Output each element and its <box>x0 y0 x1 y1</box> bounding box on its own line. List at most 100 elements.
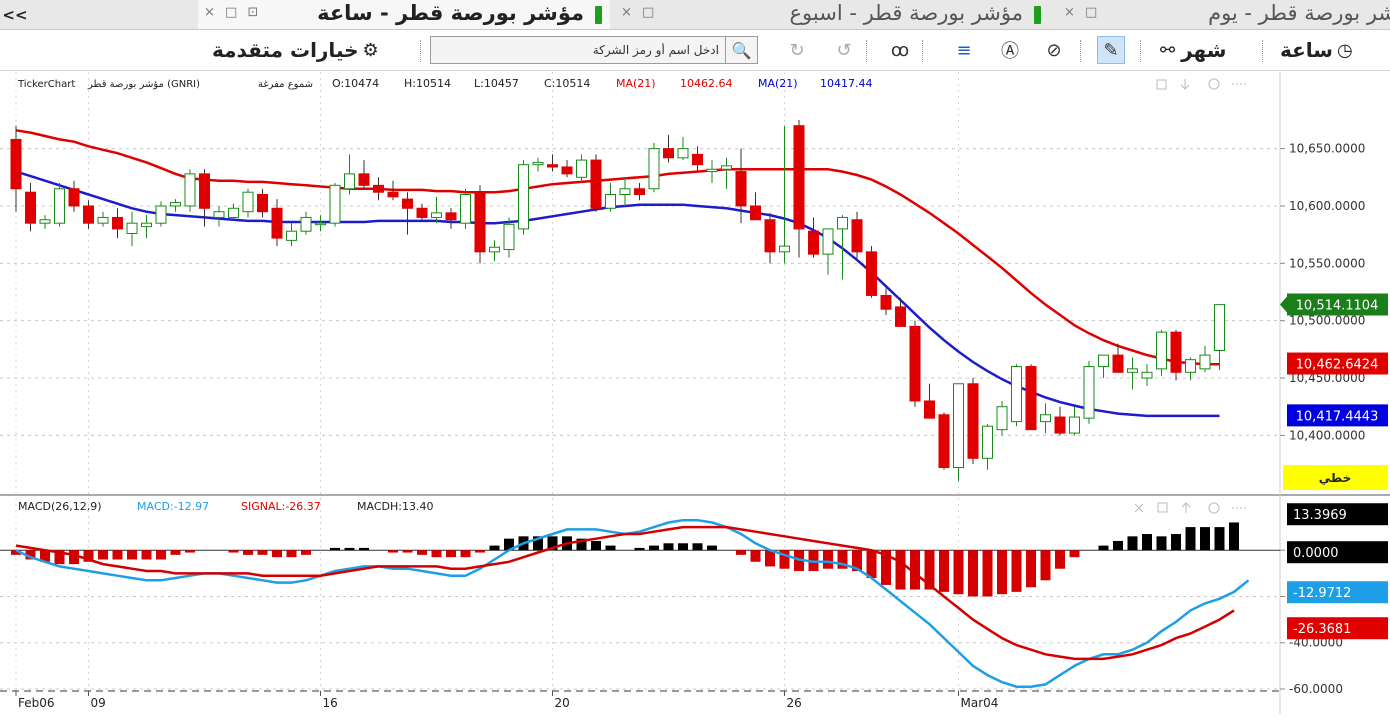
macd-title: MACD(26,12,9) <box>18 500 102 513</box>
candle <box>329 183 341 227</box>
undo-icon[interactable]: ↺ <box>830 36 858 64</box>
macd-histogram-bar <box>301 550 311 555</box>
redo-icon[interactable]: ↻ <box>783 36 811 64</box>
macd-histogram-bar <box>765 550 775 567</box>
macd-histogram-bar <box>257 550 268 555</box>
candle-body <box>808 230 819 255</box>
candle-body <box>663 148 674 159</box>
macd-histogram-bar <box>417 550 427 555</box>
candle-body <box>112 216 123 230</box>
candle-body <box>431 212 442 218</box>
tab-qatar-index-hour[interactable]: × □ ⊡ مؤشر بورصة قطر - ساعة <box>198 0 610 29</box>
macd-histogram-bar <box>98 550 108 560</box>
candle-body <box>315 222 326 226</box>
macd-histogram-bar <box>185 550 195 553</box>
candle-body <box>953 383 964 468</box>
macd-histogram-bar <box>330 547 340 551</box>
search-icon[interactable]: 🔍 <box>725 37 757 63</box>
candle-body <box>880 294 892 310</box>
toolbar-separator <box>922 40 923 62</box>
macd-value-label: MACD:-12.97 <box>137 500 209 513</box>
chart-area: TickerChart مؤشر بورصة قطر (GNRI) شموع م… <box>0 72 1390 714</box>
auto-scale-icon[interactable]: Ⓐ <box>996 36 1024 64</box>
macd-histogram-bar <box>634 547 645 551</box>
toolbar-separator <box>1140 40 1141 62</box>
advanced-options-button[interactable]: ⚙ خيارات متقدمة <box>212 36 379 64</box>
candle <box>1083 360 1095 424</box>
macd-histogram-bar <box>678 543 688 551</box>
price-chart[interactable]: TickerChart مؤشر بورصة قطر (GNRI) شموع م… <box>0 72 1390 714</box>
candle-body <box>25 191 36 224</box>
macd-histogram-bar <box>475 550 485 553</box>
ma-blue-label: MA(21) <box>758 77 798 90</box>
candle-body <box>837 216 848 230</box>
macd-histogram-bar <box>750 550 761 562</box>
candle-body <box>68 188 80 207</box>
clock-icon: ◷ <box>1336 39 1353 61</box>
binoculars-icon[interactable]: ꝏ <box>886 36 914 64</box>
period-month-button[interactable]: شهر ⚯ <box>1160 36 1226 64</box>
tab-window-controls[interactable]: × □ ⊡ <box>204 5 261 20</box>
tab-window-controls[interactable]: × □ <box>621 5 657 20</box>
candle-body <box>721 165 732 170</box>
candle-body <box>895 306 906 327</box>
candle-body <box>1040 414 1051 423</box>
candle-body <box>228 207 239 218</box>
macd-badge-label: 0.0000 <box>1293 546 1339 561</box>
price-badge-label: 10,462.6424 <box>1296 358 1379 373</box>
macd-histogram-bar <box>489 545 500 551</box>
link-chain-icon: ⚯ <box>1160 39 1176 61</box>
candle <box>460 188 471 229</box>
macd-histogram-bar <box>997 550 1007 595</box>
candle-body <box>924 400 935 419</box>
macd-histogram-bar <box>402 550 413 553</box>
advanced-options-label: خيارات متقدمة <box>212 38 359 62</box>
symbol-search-input[interactable] <box>431 37 723 63</box>
tab-window-controls[interactable]: × □ <box>1064 5 1100 20</box>
candle <box>1025 364 1037 431</box>
candle <box>953 383 964 482</box>
tab-qatar-index-week[interactable]: × □ مؤشر بورصة قطر - اسبوع <box>615 0 1049 29</box>
macd-histogram-bar <box>866 550 877 578</box>
candle-body <box>518 164 529 230</box>
price-badge-label: 10,514.1104 <box>1296 298 1379 313</box>
macd-histogram-bar <box>1113 540 1123 551</box>
macd-signal-label: SIGNAL:-26.37 <box>241 500 321 513</box>
tab-qatar-index-day[interactable]: × □ شر بورصة قطر - يوم <box>1054 0 1390 29</box>
candle-body <box>619 188 631 196</box>
drawing-tools-icon[interactable]: ✎ <box>1097 36 1125 64</box>
tab-overflow-button[interactable]: << <box>0 0 30 29</box>
candle-body <box>402 198 413 209</box>
ohlc-low: L:10457 <box>474 77 519 90</box>
macd-histogram-bar <box>1229 522 1239 551</box>
candle-body <box>605 194 616 209</box>
candle-body <box>445 212 457 221</box>
candle-body <box>634 188 645 196</box>
macd-histogram-bar <box>663 543 674 551</box>
candle-body <box>387 191 399 198</box>
macd-histogram-bar <box>649 545 659 551</box>
candle-body <box>750 205 761 221</box>
candle-body <box>1127 368 1138 373</box>
period-hour-button[interactable]: ◷ ساعة <box>1280 36 1353 64</box>
price-lines-icon[interactable]: ≡ <box>950 36 978 64</box>
macd-histogram-bar <box>736 550 746 555</box>
candle <box>648 142 660 193</box>
candle-body <box>10 138 22 190</box>
candle <box>54 183 65 227</box>
price-tick-label: 10,400.0000 <box>1289 428 1365 442</box>
macd-hist-label: MACDH:13.40 <box>357 500 433 513</box>
macd-histogram-bar <box>953 550 964 595</box>
macd-histogram-bar <box>1214 527 1225 551</box>
ohlc-open: O:10474 <box>332 77 379 90</box>
chart-toolbar: ⚙ خيارات متقدمة 🔍 ↻ ↺ ꝏ ≡ Ⓐ ⊘ ✎ شهر ⚯ ◷ … <box>0 31 1390 71</box>
tab-title: مؤشر بورصة قطر - ساعة <box>317 1 584 25</box>
macd-badge-label: -26.3681 <box>1293 622 1351 637</box>
toolbar-separator <box>1262 40 1263 62</box>
candle <box>1170 329 1182 381</box>
candle-body <box>460 194 471 224</box>
candle-body <box>474 191 486 253</box>
indicator-icon[interactable]: ⊘ <box>1040 36 1068 64</box>
time-tick-label: 26 <box>787 696 802 710</box>
ohlc-high: H:10514 <box>404 77 451 90</box>
